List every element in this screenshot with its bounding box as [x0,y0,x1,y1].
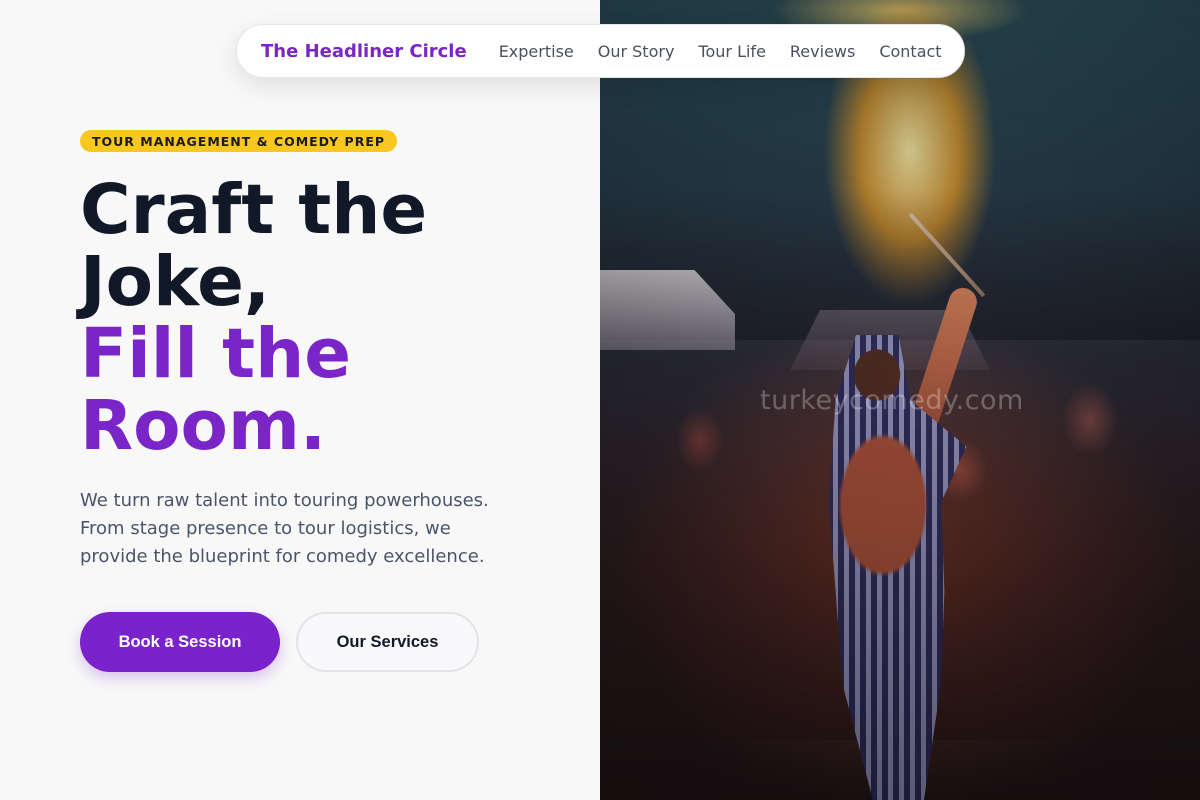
book-session-button[interactable]: Book a Session [80,612,280,672]
hero-headline: Craft the Joke, Fill the Room. [80,174,580,462]
nav-link-contact[interactable]: Contact [879,42,941,61]
nav-link-tour-life[interactable]: Tour Life [698,42,765,61]
top-navigation: The Headliner Circle Expertise Our Story… [236,24,965,78]
headline-line-2: Joke, [80,242,271,322]
hero-description: We turn raw talent into touring powerhou… [80,490,489,567]
headline-line-4: Room. [80,386,327,466]
image-watermark: turkeycomedy.com [760,385,1024,416]
brand-logo-link[interactable]: The Headliner Circle [261,41,467,62]
our-services-button[interactable]: Our Services [296,612,479,672]
headline-line-3: Fill the [80,314,352,394]
hero-badge: TOUR MANAGEMENT & COMEDY PREP [80,130,398,152]
nav-links: Expertise Our Story Tour Life Reviews Co… [499,42,942,61]
nav-link-reviews[interactable]: Reviews [790,42,855,61]
headline-line-1: Craft the [80,170,428,250]
nav-link-our-story[interactable]: Our Story [598,42,675,61]
nav-link-expertise[interactable]: Expertise [499,42,574,61]
